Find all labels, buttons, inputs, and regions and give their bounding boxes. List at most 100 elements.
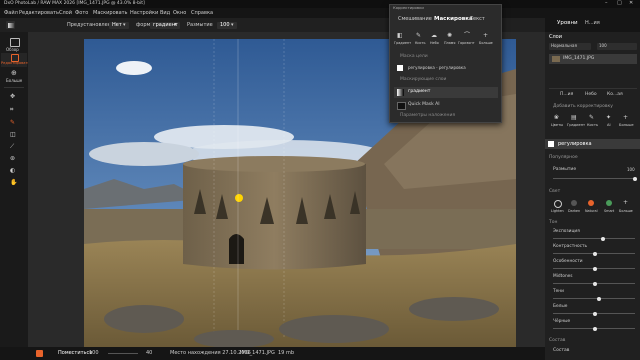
mask-layer-row[interactable]: Quick Mask AI bbox=[394, 100, 498, 110]
flame-icon[interactable]: ✺ bbox=[447, 33, 452, 39]
sky-icon[interactable]: ☁ bbox=[431, 33, 437, 39]
menu-settings[interactable]: Настройки bbox=[130, 10, 158, 16]
opacity-field[interactable]: 100 bbox=[597, 43, 637, 50]
slider-knob[interactable] bbox=[633, 176, 637, 181]
menu-view[interactable]: Вид bbox=[160, 10, 170, 16]
menu-help[interactable]: Справка bbox=[191, 10, 213, 16]
maximize-icon[interactable]: □ bbox=[617, 1, 622, 6]
lighten-icon[interactable] bbox=[554, 200, 562, 208]
gradient-control-point[interactable] bbox=[235, 194, 243, 202]
natural-icon[interactable] bbox=[588, 200, 594, 206]
nav-edit[interactable]: Редактировать bbox=[1, 53, 30, 67]
hand-tool-icon[interactable]: ✋ bbox=[10, 180, 17, 186]
opacity-value: 100 bbox=[599, 43, 607, 48]
masking-popup: Корректировки Смешивание Маскировка Текс… bbox=[389, 4, 502, 123]
ai-icon[interactable]: ✦ bbox=[606, 115, 611, 121]
gradient-icon[interactable]: ◧ bbox=[397, 33, 403, 39]
section-popular: Популярное bbox=[549, 155, 578, 160]
slider-knob[interactable] bbox=[593, 266, 597, 271]
feather-slider[interactable] bbox=[553, 176, 637, 181]
menu-file[interactable]: Файл bbox=[4, 10, 18, 16]
target-mask-row[interactable]: регулировка - регулировка bbox=[394, 63, 498, 73]
menu-edit[interactable]: Редактировать bbox=[19, 10, 59, 16]
colors-icon[interactable]: ❀ bbox=[554, 115, 559, 121]
tone-slider[interactable] bbox=[553, 251, 635, 256]
type-tool-icon[interactable]: ⟋ bbox=[10, 144, 14, 150]
section-light: Свет bbox=[549, 189, 561, 194]
brush-icon[interactable]: ✎ bbox=[589, 115, 594, 121]
tone-slider-label: Midtones bbox=[553, 274, 573, 279]
crop-tool-icon[interactable]: ⌗ bbox=[10, 107, 13, 113]
tab-blending[interactable]: Смешивание bbox=[398, 17, 432, 22]
minimize-icon[interactable]: – bbox=[605, 1, 608, 6]
tab-masking[interactable]: Маскировка bbox=[434, 16, 473, 23]
eraser-tool-icon[interactable]: ◫ bbox=[10, 132, 16, 138]
feather-value: 100 bbox=[220, 21, 230, 28]
preset-dropdown[interactable]: Нет ▾ bbox=[109, 21, 129, 29]
tone-slider[interactable] bbox=[553, 326, 635, 331]
slider-knob[interactable] bbox=[593, 326, 597, 331]
horizon-icon[interactable]: ⌒ bbox=[464, 33, 470, 39]
capture-info: Место нахождения 27.10.2006 bbox=[170, 350, 251, 356]
adjustment-layer-name: регулировка bbox=[558, 140, 592, 147]
subtab-sky[interactable]: Небо bbox=[585, 92, 597, 98]
shape-dropdown[interactable]: градиент ▾ bbox=[150, 21, 180, 29]
tab-other[interactable]: Н...ия bbox=[585, 21, 600, 26]
tone-slider-label: Контрастность bbox=[553, 244, 588, 249]
slider-knob[interactable] bbox=[593, 311, 597, 316]
menu-layer[interactable]: Слой bbox=[59, 10, 72, 16]
slider-knob[interactable] bbox=[593, 251, 597, 256]
tone-slider[interactable] bbox=[553, 236, 635, 241]
blend-mode-dropdown[interactable]: Нормальная bbox=[549, 43, 591, 50]
tone-slider-label: Чёрные bbox=[553, 319, 571, 324]
fit-icon[interactable] bbox=[36, 350, 43, 357]
mask-tool-icon[interactable] bbox=[6, 21, 15, 29]
nav-edit-label: Редактировать bbox=[1, 61, 30, 65]
feather-field[interactable]: 100 ▾ bbox=[217, 21, 237, 29]
gradient-tool-icon[interactable]: ◐ bbox=[10, 168, 15, 174]
file-size: 19 mb bbox=[278, 350, 294, 356]
zoom-mode[interactable]: Поместиться bbox=[58, 351, 92, 356]
feather-slider-label: Размытие bbox=[553, 167, 577, 172]
clone-tool-icon[interactable]: ⊛ bbox=[10, 156, 15, 162]
tab-text[interactable]: Текст bbox=[470, 17, 485, 22]
divider bbox=[4, 87, 24, 88]
more-icon[interactable]: + bbox=[483, 33, 488, 39]
more-icon[interactable]: + bbox=[623, 115, 628, 121]
nav-browse-label: Обзор bbox=[6, 47, 19, 52]
menu-photo[interactable]: Фото bbox=[75, 10, 88, 16]
nav-more-label: Больше bbox=[6, 78, 23, 83]
gradient-icon[interactable]: ▤ bbox=[571, 115, 577, 121]
mask-layer-row[interactable]: градиент bbox=[394, 87, 498, 98]
darken-icon[interactable] bbox=[571, 200, 577, 206]
menu-window[interactable]: Окно bbox=[173, 10, 186, 16]
feather-slider-value: 100 bbox=[627, 167, 635, 172]
popup-title: Корректировки bbox=[393, 5, 424, 10]
tone-slider[interactable] bbox=[553, 311, 635, 316]
adjust-tool-label: AI bbox=[607, 123, 611, 127]
brush-icon[interactable]: ✎ bbox=[416, 33, 421, 39]
adjustment-layer-row[interactable]: регулировка bbox=[545, 139, 640, 149]
tone-slider[interactable] bbox=[553, 296, 635, 301]
slider-knob[interactable] bbox=[593, 281, 597, 286]
menu-mask[interactable]: Маскировать bbox=[93, 10, 128, 16]
section-target-mask: Маска цели bbox=[400, 54, 428, 59]
mask-thumbnail bbox=[397, 89, 404, 96]
mask-tool-label: Горизонт bbox=[458, 41, 475, 45]
slider-knob[interactable] bbox=[601, 236, 605, 241]
close-icon[interactable]: ✕ bbox=[629, 1, 633, 6]
tone-slider[interactable] bbox=[553, 281, 635, 286]
tone-slider[interactable] bbox=[553, 266, 635, 271]
smart-icon[interactable] bbox=[606, 200, 612, 206]
subtab-1[interactable]: П...ия bbox=[560, 92, 573, 98]
mask-layer-name: Quick Mask AI bbox=[408, 101, 440, 107]
brush-tool-icon[interactable]: ✎ bbox=[10, 120, 15, 126]
subtab-3[interactable]: Ко...ая bbox=[607, 92, 623, 98]
layer-row[interactable]: IMG_1471.JPG bbox=[549, 54, 637, 64]
tab-levels[interactable]: Уровни bbox=[557, 20, 578, 27]
move-tool-icon[interactable]: ✥ bbox=[10, 94, 15, 100]
zoom-slider[interactable] bbox=[108, 353, 138, 354]
browse-icon bbox=[10, 38, 20, 47]
slider-knob[interactable] bbox=[597, 296, 601, 301]
more-icon[interactable]: + bbox=[623, 200, 628, 206]
